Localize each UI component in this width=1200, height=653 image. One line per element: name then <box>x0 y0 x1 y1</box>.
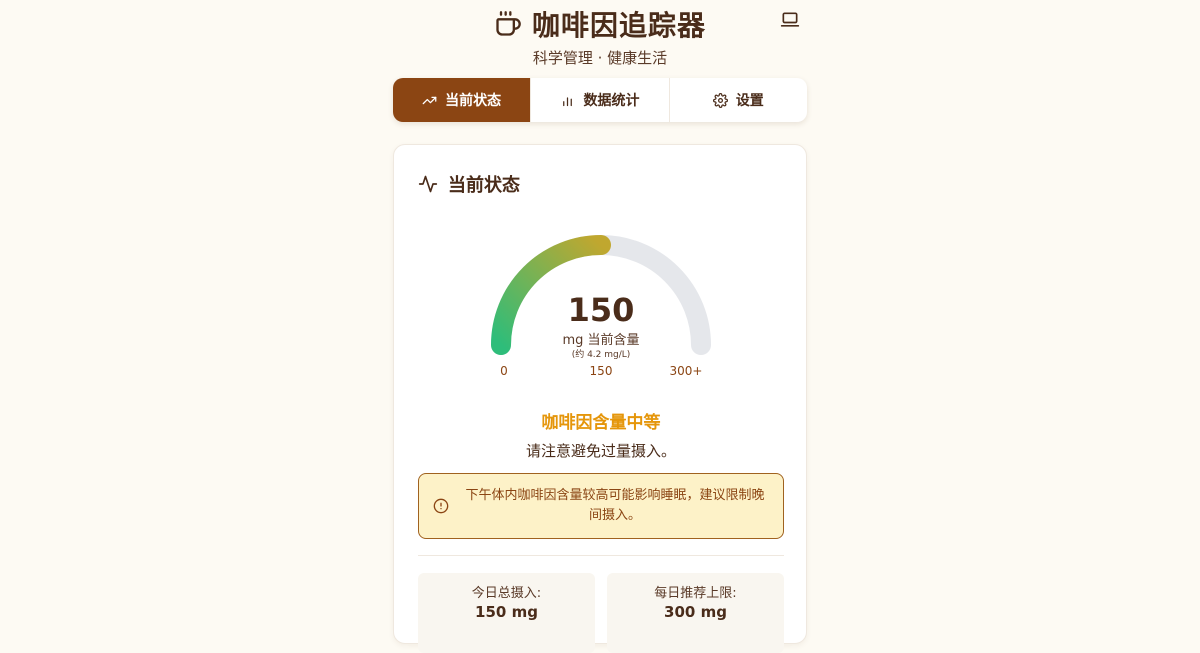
app-title: 咖啡因追踪器 <box>531 9 706 42</box>
tab-bar: 当前状态 数据统计 设置 <box>393 78 807 122</box>
bar-chart-icon <box>563 96 573 106</box>
stat-label: 今日总摄入: <box>471 586 542 601</box>
stat-label: 每日推荐上限: <box>654 586 737 601</box>
card-title-text: 当前状态 <box>448 175 520 196</box>
app-header: 咖啡因追踪器 科学管理 · 健康生活 <box>0 0 1200 75</box>
stat-value: 150 mg <box>475 603 538 621</box>
sleep-warning: 下午体内咖啡因含量较高可能影响睡眠，建议限制晚间摄入。 <box>418 473 784 539</box>
app-subtitle: 科学管理 · 健康生活 <box>532 49 668 67</box>
tab-settings[interactable]: 设置 <box>670 78 807 122</box>
status-card: 当前状态 150 mg 当前含量 (约 4.2 mg/L) 0 150 300+… <box>393 144 808 653</box>
gauge-value: 150 <box>567 291 635 329</box>
gauge-unit-label: mg 当前含量 <box>562 333 640 348</box>
level-title: 咖啡因含量中等 <box>541 413 661 433</box>
coffee-cup-icon <box>494 10 522 38</box>
caffeine-gauge: 150 mg 当前含量 (约 4.2 mg/L) 0 150 300+ <box>394 225 808 385</box>
stat-today-intake: 今日总摄入: 150 mg <box>418 573 595 653</box>
title-row: 咖啡因追踪器 <box>0 4 1200 44</box>
gauge-concentration: (约 4.2 mg/L) <box>571 350 631 360</box>
laptop-icon[interactable] <box>780 10 800 30</box>
alert-circle-icon <box>433 498 449 514</box>
tab-current-status[interactable]: 当前状态 <box>393 78 532 122</box>
card-title: 当前状态 <box>418 171 520 197</box>
tab-label: 数据统计 <box>583 93 640 109</box>
tab-label: 设置 <box>735 93 764 109</box>
stat-value: 300 mg <box>664 603 727 621</box>
divider <box>418 555 784 556</box>
tab-label: 当前状态 <box>445 93 502 109</box>
level-description: 请注意避免过量摄入。 <box>525 442 676 460</box>
trend-up-icon <box>422 96 437 104</box>
activity-pulse-icon <box>418 175 438 193</box>
warning-text: 下午体内咖啡因含量较高可能影响睡眠，建议限制晚间摄入。 <box>465 488 765 523</box>
stat-daily-limit: 每日推荐上限: 300 mg <box>607 573 784 653</box>
gear-icon <box>712 92 728 108</box>
gauge-max-label: 300+ <box>669 364 703 378</box>
gauge-mid-label: 150 <box>589 364 613 378</box>
gauge-min-label: 0 <box>500 364 508 378</box>
tab-statistics[interactable]: 数据统计 <box>531 78 670 122</box>
